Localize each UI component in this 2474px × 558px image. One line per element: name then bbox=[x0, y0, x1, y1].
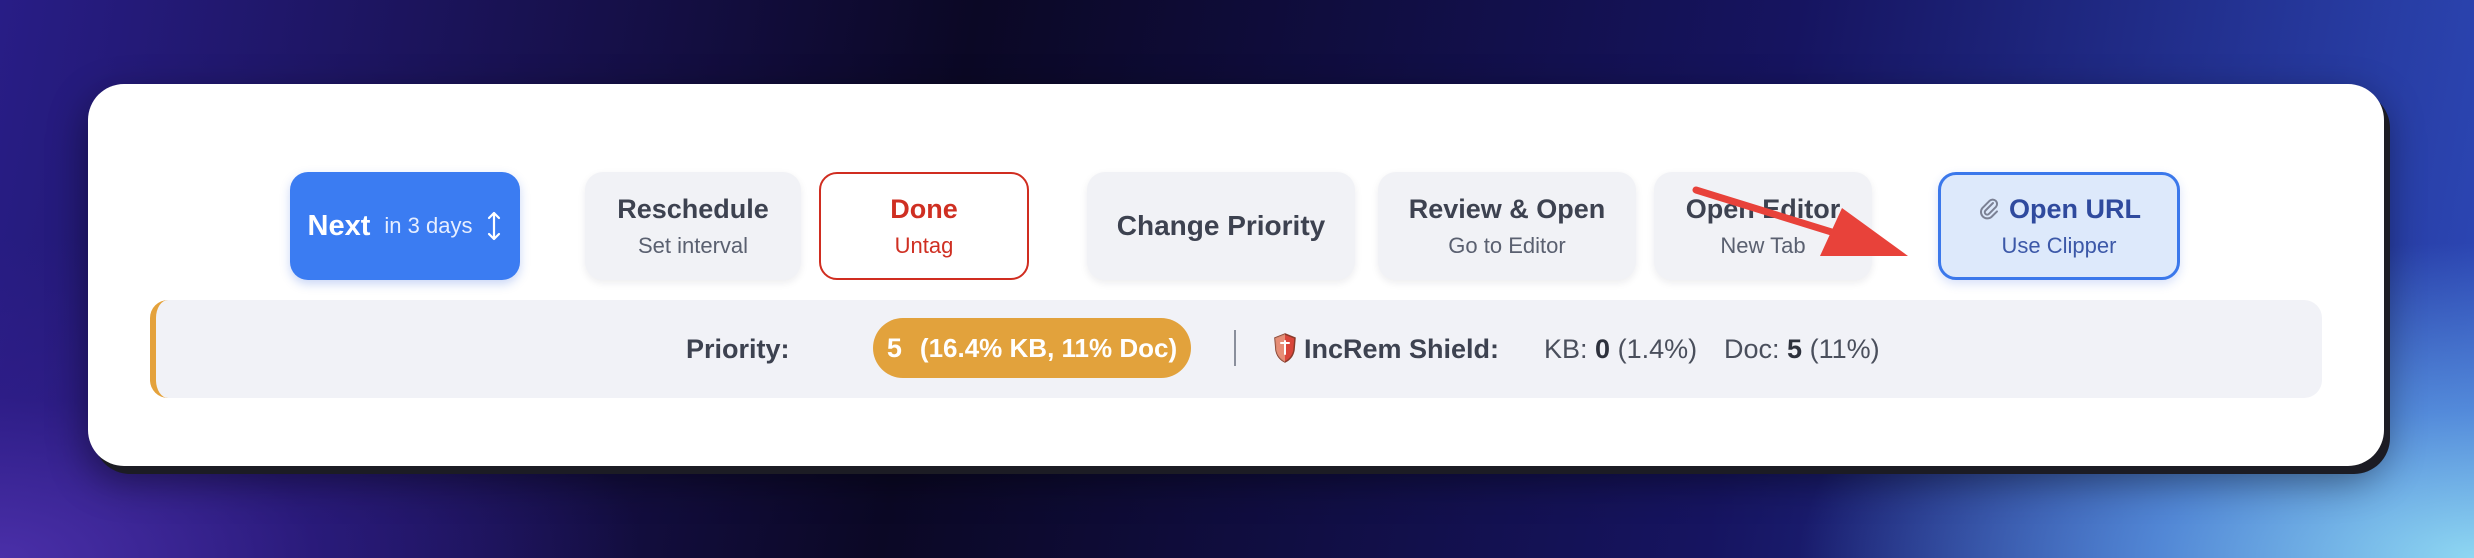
review-open-button[interactable]: Review & Open Go to Editor bbox=[1378, 172, 1636, 280]
toolbar-card: Next in 3 days Reschedule Set interval D… bbox=[88, 84, 2384, 466]
done-label: Done bbox=[890, 193, 958, 224]
next-button[interactable]: Next in 3 days bbox=[290, 172, 520, 280]
paperclip-icon bbox=[1977, 196, 1999, 222]
kb-stat: KB: 0 (1.4%) bbox=[1544, 300, 1697, 398]
reschedule-button[interactable]: Reschedule Set interval bbox=[585, 172, 801, 280]
priority-label: Priority: bbox=[686, 334, 790, 364]
reschedule-sub: Set interval bbox=[637, 233, 749, 258]
kb-value: 0 bbox=[1595, 334, 1611, 364]
next-label: Next bbox=[307, 209, 371, 242]
up-down-arrow-icon bbox=[486, 211, 502, 241]
doc-stat: Doc: 5 (11%) bbox=[1724, 300, 1880, 398]
priority-info-bar: Priority: 5 (16.4% KB, 11% Doc) IncRem S… bbox=[150, 300, 2322, 398]
open-url-button[interactable]: Open URL Use Clipper bbox=[1938, 172, 2180, 280]
change-priority-button[interactable]: Change Priority bbox=[1087, 172, 1355, 280]
done-button[interactable]: Done Untag bbox=[819, 172, 1029, 280]
next-when: in 3 days bbox=[384, 213, 473, 238]
priority-detail: (16.4% KB, 11% Doc) bbox=[919, 332, 1178, 363]
shield-icon bbox=[1272, 332, 1298, 369]
red-pointer-arrow bbox=[1692, 186, 1908, 256]
reschedule-label: Reschedule bbox=[617, 193, 769, 224]
change-priority-label: Change Priority bbox=[1116, 210, 1326, 242]
doc-label: Doc: bbox=[1724, 334, 1780, 364]
done-sub: Untag bbox=[894, 233, 954, 258]
priority-value: 5 bbox=[886, 332, 902, 363]
divider bbox=[1234, 330, 1236, 366]
open-url-label: Open URL bbox=[2009, 193, 2141, 224]
doc-percent: (11%) bbox=[1809, 334, 1880, 364]
doc-value: 5 bbox=[1787, 334, 1803, 364]
review-open-label: Review & Open bbox=[1408, 193, 1606, 224]
priority-badge[interactable]: 5 (16.4% KB, 11% Doc) bbox=[873, 318, 1191, 378]
open-url-sub: Use Clipper bbox=[2001, 233, 2117, 258]
kb-percent: (1.4%) bbox=[1617, 334, 1698, 364]
kb-label: KB: bbox=[1544, 334, 1588, 364]
review-open-sub: Go to Editor bbox=[1448, 233, 1566, 258]
shield-label: IncRem Shield: bbox=[1304, 334, 1500, 364]
